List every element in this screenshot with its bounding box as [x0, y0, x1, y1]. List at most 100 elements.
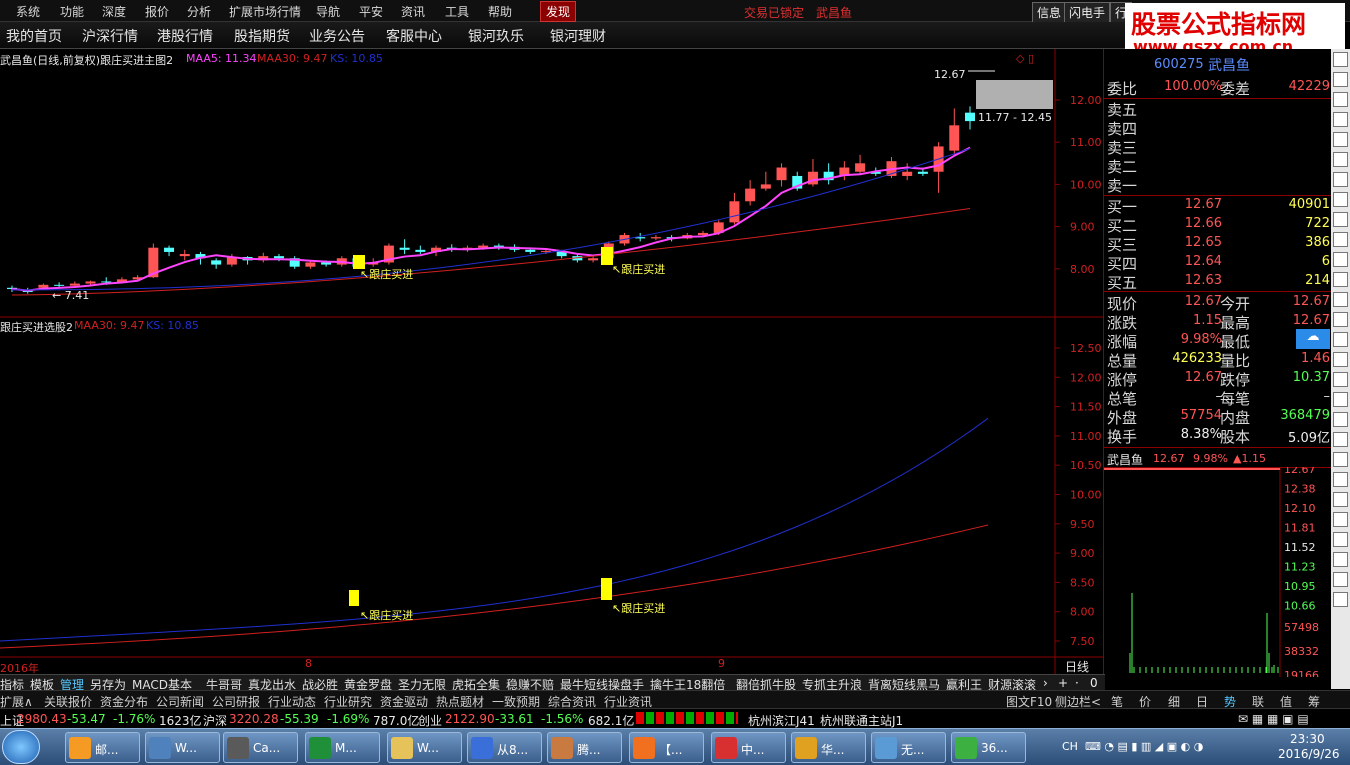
taskbar-app-9[interactable]: 华...: [791, 732, 866, 763]
side-tool-icon-11[interactable]: [1333, 272, 1348, 287]
side-tool-icon-16[interactable]: [1333, 372, 1348, 387]
nav-item-4[interactable]: 业务公告: [309, 26, 365, 46]
taskbar-app-7[interactable]: 【...: [629, 732, 704, 763]
menu-item-6[interactable]: 导航: [316, 3, 340, 20]
nav-item-3[interactable]: 股指期货: [234, 26, 290, 46]
weibi-label: 委比: [1107, 80, 1138, 98]
quote-row: 总量 426233 量比 1.46: [1104, 350, 1332, 370]
side-tool-icon-24[interactable]: [1333, 532, 1348, 547]
candle-body: [760, 184, 771, 189]
menu-button-0[interactable]: 信息: [1032, 2, 1067, 23]
sub-ks-line: [0, 417, 989, 642]
chart-area[interactable]: 12.00 11.00 10.00 9.00 8.00 12.50 12.00 11.50 11…: [0, 49, 1105, 675]
taskbar-app-11[interactable]: 36...: [951, 732, 1026, 763]
nav-item-1[interactable]: 沪深行情: [82, 26, 138, 46]
menu-item-2[interactable]: 深度: [102, 3, 126, 20]
side-tool-icon-18[interactable]: [1333, 412, 1348, 427]
buy-volume: 40901: [1288, 197, 1330, 212]
menu-button-1[interactable]: 闪电手: [1064, 2, 1111, 23]
side-tool-icon-5[interactable]: [1333, 152, 1348, 167]
taskbar-app-5[interactable]: 从8...: [467, 732, 542, 763]
menu-item-7[interactable]: 平安: [359, 3, 383, 20]
candle-body: [54, 284, 65, 286]
ytick-sub-label: 7.50: [1070, 635, 1095, 648]
stat-value-2: 5.09亿: [1288, 431, 1330, 446]
mini-intraday-chart[interactable]: 12.67 12.38 12.10 11.81 11.52 11.23 10.95 10.66…: [1104, 467, 1332, 677]
side-tool-icon-13[interactable]: [1333, 312, 1348, 327]
ytick-sub-label: 12.50: [1070, 342, 1102, 355]
taskbar-app-0[interactable]: 邮...: [65, 732, 140, 763]
menu-item-11[interactable]: 发现: [540, 1, 577, 22]
nav-item-7[interactable]: 银河理财: [550, 26, 606, 46]
taskbar-app-4[interactable]: W...: [387, 732, 462, 763]
ytick-sub-label: 11.50: [1070, 401, 1102, 414]
side-tool-icon-27[interactable]: [1333, 592, 1348, 607]
side-tool-icon-25[interactable]: [1333, 552, 1348, 567]
menu-item-8[interactable]: 资讯: [401, 3, 425, 20]
clock-date[interactable]: 2016/9/26: [1278, 747, 1340, 761]
side-tool-icon-1[interactable]: [1333, 72, 1348, 87]
buy-price: 12.66: [1184, 216, 1222, 231]
tab-zero[interactable]: 0: [1090, 676, 1098, 690]
tab-minus[interactable]: ·: [1075, 676, 1079, 690]
tab-scroll-right[interactable]: ›: [1043, 676, 1048, 690]
candle-body: [745, 188, 756, 202]
side-tool-icon-22[interactable]: [1333, 492, 1348, 507]
menu-item-9[interactable]: 工具: [445, 3, 469, 20]
menu-item-0[interactable]: 系统: [16, 3, 40, 20]
menu-item-1[interactable]: 功能: [60, 3, 84, 20]
watermark-title: 股票公式指标网: [1131, 10, 1307, 39]
tray-lang[interactable]: CH: [1062, 740, 1078, 753]
menu-item-4[interactable]: 分析: [187, 3, 211, 20]
menu-item-10[interactable]: 帮助: [488, 3, 512, 20]
side-tool-icon-21[interactable]: [1333, 472, 1348, 487]
side-tool-icon-26[interactable]: [1333, 572, 1348, 587]
taskbar-app-3[interactable]: M...: [305, 732, 380, 763]
side-tool-icon-12[interactable]: [1333, 292, 1348, 307]
tab-add[interactable]: +: [1058, 676, 1068, 690]
status-icons[interactable]: ✉ ▦ ▦ ▣ ▤: [1238, 712, 1309, 726]
start-button[interactable]: [2, 730, 40, 764]
taskbar-app-1[interactable]: W...: [145, 732, 220, 763]
side-tool-icon-19[interactable]: [1333, 432, 1348, 447]
taskbar-app-2[interactable]: Ca...: [223, 732, 298, 763]
nav-item-2[interactable]: 港股行情: [157, 26, 213, 46]
tray-icons[interactable]: ⌨ ◔ ▤ ▮ ▥ ◢ ▣ ◐ ◑: [1085, 740, 1203, 753]
ytick-main-label: 11.00: [1070, 136, 1102, 149]
period-label[interactable]: 日线: [1065, 658, 1089, 675]
side-tool-icon-0[interactable]: [1333, 52, 1348, 67]
clock-time[interactable]: 23:30: [1290, 732, 1325, 746]
side-tool-icon-20[interactable]: [1333, 452, 1348, 467]
candle-body: [164, 247, 175, 252]
side-tool-icon-8[interactable]: [1333, 212, 1348, 227]
side-tool-icon-23[interactable]: [1333, 512, 1348, 527]
side-tool-icon-4[interactable]: [1333, 132, 1348, 147]
side-tool-icon-15[interactable]: [1333, 352, 1348, 367]
nav-item-0[interactable]: 我的首页: [6, 26, 62, 46]
side-tool-icon-14[interactable]: [1333, 332, 1348, 347]
candle-body: [902, 171, 913, 176]
side-tool-icon-7[interactable]: [1333, 192, 1348, 207]
float-share-icon[interactable]: ☁: [1296, 329, 1330, 349]
nav-item-6[interactable]: 银河玖乐: [468, 26, 524, 46]
side-tool-icon-2[interactable]: [1333, 92, 1348, 107]
ytick-sub-label: 10.50: [1070, 459, 1102, 472]
menu-item-3[interactable]: 报价: [145, 3, 169, 20]
kline-chart[interactable]: 12.00 11.00 10.00 9.00 8.00 12.50 12.00 11.50 11…: [0, 49, 1105, 674]
side-tool-icon-9[interactable]: [1333, 232, 1348, 247]
taskbar-app-6[interactable]: 腾...: [547, 732, 622, 763]
side-tool-icon-10[interactable]: [1333, 252, 1348, 267]
side-tool-icon-6[interactable]: [1333, 172, 1348, 187]
nav-item-5[interactable]: 客服中心: [386, 26, 442, 46]
taskbar-app-10[interactable]: 无...: [871, 732, 946, 763]
side-tool-icon-17[interactable]: [1333, 392, 1348, 407]
ma30-label: MAA30: 9.47: [257, 52, 328, 65]
chart-settings-icon[interactable]: ◇ ▯: [1016, 52, 1034, 65]
side-tool-icon-3[interactable]: [1333, 112, 1348, 127]
taskbar-app-8[interactable]: 中...: [711, 732, 786, 763]
weicha-value: 42229: [1288, 79, 1330, 94]
stat-value-2: 10.37: [1292, 370, 1330, 385]
mini-stock-name: 武昌鱼: [1107, 453, 1144, 467]
menu-item-5[interactable]: 扩展市场行情: [229, 3, 301, 20]
status-server1: 杭州滨江J41: [748, 714, 815, 728]
